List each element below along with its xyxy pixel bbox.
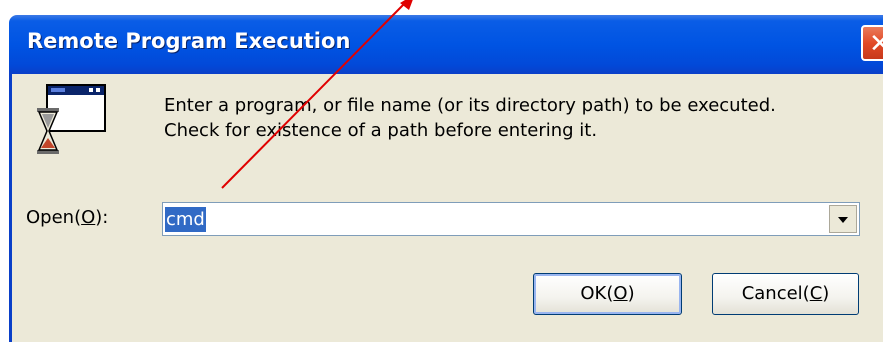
cancel-label-prefix: Cancel( [741, 283, 810, 304]
open-combobox[interactable]: cmd [162, 202, 860, 236]
close-button[interactable]: ✕ [861, 25, 883, 61]
cancel-label-suffix: ) [822, 283, 830, 304]
chevron-down-icon [838, 217, 848, 223]
open-input-selected-text[interactable]: cmd [165, 207, 206, 232]
open-field-label: Open(O): [26, 207, 108, 228]
ok-label-prefix: OK( [580, 283, 614, 304]
program-window-hourglass-icon [37, 84, 106, 154]
open-label-prefix: Open( [26, 207, 82, 228]
window-title: Remote Program Execution [27, 29, 351, 53]
open-label-accesskey: O [81, 207, 96, 228]
instruction-line-1: Enter a program, or file name (or its di… [164, 95, 776, 116]
open-input[interactable] [165, 206, 820, 232]
ok-button[interactable]: OK(O) [533, 273, 682, 315]
window-left-margin [0, 0, 9, 342]
cancel-label-accesskey: C [809, 283, 823, 304]
instruction-text: Enter a program, or file name (or its di… [164, 93, 776, 143]
open-dropdown-button[interactable] [829, 205, 857, 233]
annotation-arrow-head [400, 0, 413, 10]
open-label-suffix: ): [95, 207, 109, 228]
title-bar[interactable]: Remote Program Execution ✕ [9, 15, 883, 74]
ok-label-suffix: ) [627, 283, 635, 304]
instruction-line-2: Check for existence of a path before ent… [164, 120, 598, 141]
ok-label-accesskey: O [613, 283, 628, 304]
cancel-button[interactable]: Cancel(C) [712, 273, 859, 315]
close-icon: ✕ [869, 29, 883, 59]
remote-program-execution-dialog: Remote Program Execution ✕ Enter a progr… [0, 0, 883, 342]
